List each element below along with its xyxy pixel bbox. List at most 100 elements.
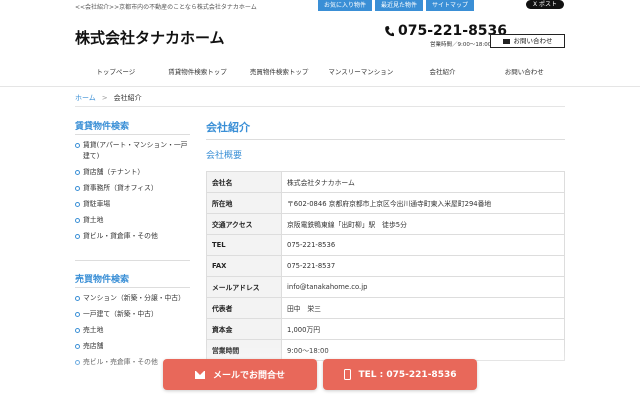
sidebar-item-label: 貸事務所（貸オフィス）	[83, 184, 158, 192]
row-value: 田中 栄三	[281, 297, 565, 319]
nav-top[interactable]: トップページ	[75, 60, 157, 84]
mail-contact-label: メールでお問合せ	[212, 371, 285, 381]
bullet-icon	[75, 296, 80, 301]
sidebar-item-label: 売ビル・売倉庫・その他	[83, 358, 158, 366]
bullet-icon	[75, 170, 80, 175]
row-label: 会社名	[206, 171, 282, 193]
sidebar-item-sale-mansion[interactable]: マンション（新築・分譲・中古）	[75, 293, 193, 304]
nav-monthly[interactable]: マンスリーマンション	[320, 60, 402, 84]
bullet-icon	[75, 328, 80, 333]
sidebar-item-label: 貸ビル・貸倉庫・その他	[83, 232, 158, 240]
mail-contact-button[interactable]: メールでお問合せ	[163, 359, 317, 390]
sale-heading-rule	[75, 287, 190, 288]
sidebar-item-sale-land[interactable]: 売土地	[75, 325, 193, 336]
row-value: 〒602-0846 京都府京都市上京区今出川通寺町東入米屋町294番地	[281, 192, 565, 214]
sidebar-item-label: 賃貸(アパート・マンション・一戸建て)	[83, 141, 188, 160]
sale-search-heading: 売買物件検索	[75, 275, 130, 285]
sidebar-item-label: 貸駐車場	[83, 200, 111, 208]
table-row: 代表者 田中 栄三	[206, 297, 565, 319]
rent-category-list: 賃貸(アパート・マンション・一戸建て) 貸店舗（テナント） 貸事務所（貸オフィス…	[75, 140, 193, 247]
row-label: FAX	[206, 255, 282, 277]
bullet-icon	[75, 344, 80, 349]
row-label: 所在地	[206, 192, 282, 214]
row-label: 資本金	[206, 318, 282, 340]
mobile-phone-icon	[343, 369, 351, 380]
mail-icon	[502, 38, 510, 44]
header-phone: 075-221-8536	[385, 23, 507, 39]
row-value: 075-221-8537	[281, 255, 565, 277]
sidebar-item-rent-store[interactable]: 貸店舗（テナント）	[75, 167, 193, 178]
breadcrumb-divider	[75, 106, 565, 107]
sidebar-item-sale-house[interactable]: 一戸建て（新築・中古）	[75, 309, 193, 320]
site-logo[interactable]: 株式会社タナカホーム	[75, 27, 225, 48]
table-row: 所在地 〒602-0846 京都府京都市上京区今出川通寺町東入米屋町294番地	[206, 192, 565, 214]
rent-heading-rule	[75, 134, 190, 135]
bullet-icon	[75, 186, 80, 191]
sidebar-item-rent-parking[interactable]: 貸駐車場	[75, 199, 193, 210]
section-title: 会社概要	[206, 151, 243, 161]
nav-sale-search[interactable]: 売買物件検索トップ	[238, 60, 320, 84]
page-title: 会社紹介	[206, 121, 250, 134]
bullet-icon	[75, 360, 80, 365]
recently-viewed-link[interactable]: 最近見た物件	[375, 0, 424, 11]
sidebar-item-label: マンション（新築・分譲・中古）	[83, 294, 185, 302]
sidebar-item-rent-office[interactable]: 貸事務所（貸オフィス）	[75, 183, 193, 194]
sitemap-link[interactable]: サイトマップ	[426, 0, 475, 11]
nav-divider	[0, 86, 640, 87]
company-info-table: 会社名 株式会社タナカホーム 所在地 〒602-0846 京都府京都市上京区今出川通寺…	[206, 171, 565, 361]
breadcrumb-current: 会社紹介	[113, 94, 142, 102]
table-row: メールアドレス info@tanakahome.co.jp	[206, 276, 565, 298]
rent-search-heading: 賃貸物件検索	[75, 122, 130, 132]
sidebar-item-label: 売店舗	[83, 342, 104, 350]
bullet-icon	[75, 234, 80, 239]
nav-company[interactable]: 会社紹介	[402, 60, 484, 84]
row-label: メールアドレス	[206, 276, 282, 298]
phone-icon	[385, 25, 394, 36]
breadcrumb: ホーム > 会社紹介	[75, 93, 142, 103]
nav-contact[interactable]: お問い合わせ	[483, 60, 565, 84]
top-links: お気に入り物件 最近見た物件 サイトマップ	[318, 0, 475, 11]
tel-contact-label: TEL : 075-221-8536	[358, 369, 457, 380]
row-value: 1,000万円	[281, 318, 565, 340]
row-label: 営業時間	[206, 339, 282, 361]
envelope-icon	[194, 370, 205, 379]
sidebar-item-label: 一戸建て（新築・中古）	[83, 310, 158, 318]
sidebar-item-rent-land[interactable]: 貸土地	[75, 215, 193, 226]
table-row: 交通アクセス 京阪電鉄鴨東線「出町柳」駅 徒歩5分	[206, 213, 565, 235]
table-row: 資本金 1,000万円	[206, 318, 565, 340]
nav-rent-search[interactable]: 賃貸物件検索トップ	[157, 60, 239, 84]
business-hours: 営業時間／9:00～18:00	[430, 42, 492, 48]
row-value: info@tanakahome.co.jp	[281, 276, 565, 298]
bullet-icon	[75, 202, 80, 207]
favorites-link[interactable]: お気に入り物件	[318, 0, 373, 11]
sidebar-item-rent-other[interactable]: 貸ビル・貸倉庫・その他	[75, 231, 193, 242]
contact-button-label: お問い合わせ	[513, 36, 553, 45]
table-row: FAX 075-221-8537	[206, 255, 565, 277]
sidebar-item-label: 貸店舗（テナント）	[83, 168, 145, 176]
tel-contact-button[interactable]: TEL : 075-221-8536	[323, 359, 477, 390]
sidebar-item-label: 売土地	[83, 326, 104, 334]
sidebar-section-rule	[75, 260, 190, 261]
title-rule	[206, 139, 565, 140]
x-post-button[interactable]: X ポスト	[526, 0, 564, 9]
contact-button[interactable]: お問い合わせ	[490, 34, 565, 48]
row-value: 9:00～18:00	[281, 339, 565, 361]
row-value: 株式会社タナカホーム	[281, 171, 565, 193]
bullet-icon	[75, 218, 80, 223]
breadcrumb-home[interactable]: ホーム	[75, 94, 96, 102]
sidebar-item-label: 貸土地	[83, 216, 104, 224]
row-label: TEL	[206, 234, 282, 256]
table-row: 営業時間 9:00～18:00	[206, 339, 565, 361]
main-nav: トップページ 賃貸物件検索トップ 売買物件検索トップ マンスリーマンション 会社…	[75, 60, 565, 84]
bullet-icon	[75, 143, 80, 148]
site-tagline: <<会社紹介>>京都市内の不動産のことなら株式会社タナカホーム	[75, 4, 257, 11]
row-label: 代表者	[206, 297, 282, 319]
row-value: 京阪電鉄鴨東線「出町柳」駅 徒歩5分	[281, 213, 565, 235]
table-row: TEL 075-221-8536	[206, 234, 565, 256]
row-label: 交通アクセス	[206, 213, 282, 235]
sidebar-item-rent-residential[interactable]: 賃貸(アパート・マンション・一戸建て)	[75, 140, 193, 162]
table-row: 会社名 株式会社タナカホーム	[206, 171, 565, 193]
sidebar-item-sale-store[interactable]: 売店舗	[75, 341, 193, 352]
row-value: 075-221-8536	[281, 234, 565, 256]
bullet-icon	[75, 312, 80, 317]
